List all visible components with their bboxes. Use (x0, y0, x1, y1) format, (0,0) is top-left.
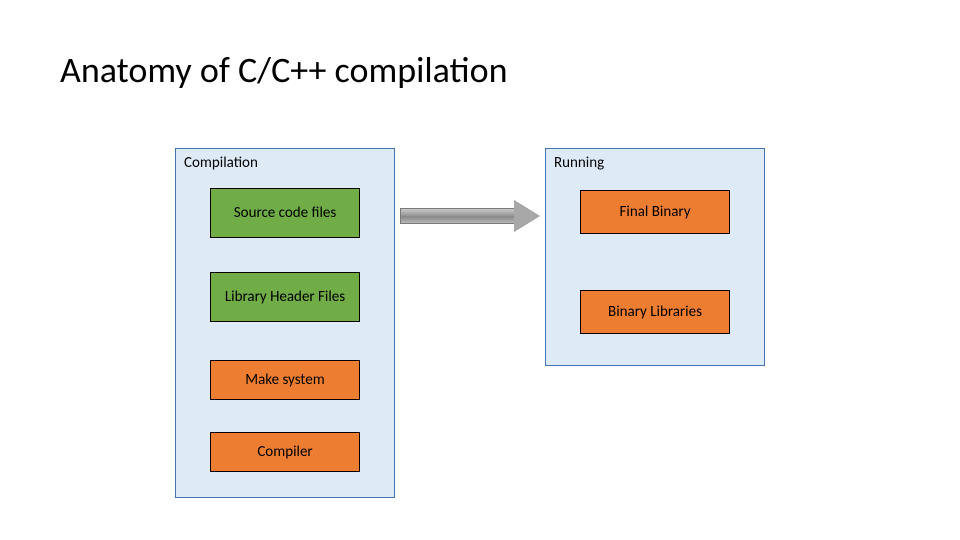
node-make-system: Make system (210, 360, 360, 400)
node-source-code-files: Source code files (210, 188, 360, 238)
arrow-head-icon (514, 200, 540, 232)
node-final-binary: Final Binary (580, 190, 730, 234)
arrow-compilation-to-running (400, 200, 540, 232)
node-binary-libraries: Binary Libraries (580, 290, 730, 334)
group-compilation-label: Compilation (184, 154, 258, 172)
node-library-header-files: Library Header Files (210, 272, 360, 322)
slide-title: Anatomy of C/C++ compilation (60, 48, 508, 92)
arrow-shaft (400, 208, 515, 224)
group-running-label: Running (554, 154, 604, 172)
node-compiler: Compiler (210, 432, 360, 472)
